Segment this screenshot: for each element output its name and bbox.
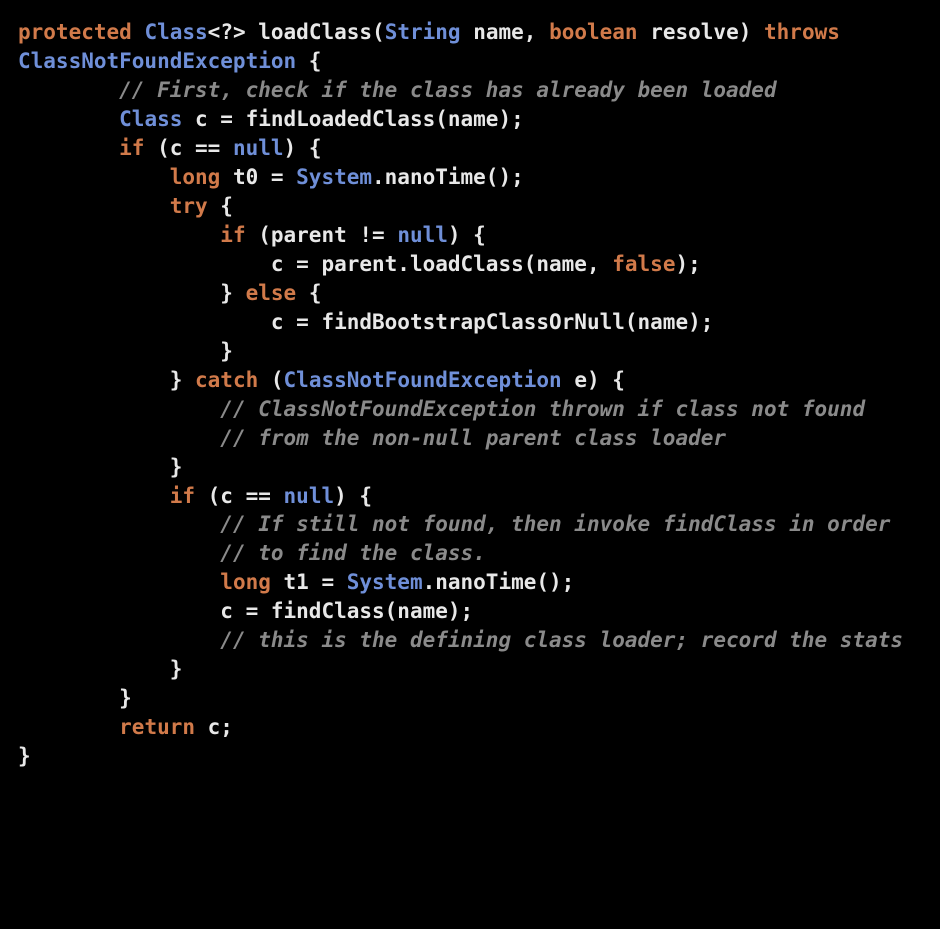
token-kw: false [612,252,675,276]
token-kw: protected [18,20,132,44]
token-kw: catch [195,368,258,392]
token-pln: (parent != [246,223,398,247]
token-pln: c = parent.loadClass(name, [18,252,612,276]
token-pln: .nanoTime(); [423,570,575,594]
token-cmt: // First, check if the class has already… [119,78,776,102]
token-cmt: // from the non-null parent class loader [220,426,726,450]
token-pln [18,223,220,247]
token-kw: long [170,165,221,189]
token-pln: ) { [448,223,486,247]
token-pln: e) { [562,368,625,392]
token-cmt: // If still not found, then invoke findC… [220,512,890,536]
token-pln [18,397,220,421]
token-kw: throws [764,20,840,44]
token-pln: t0 = [220,165,296,189]
token-pln [18,136,119,160]
token-cmt: // this is the defining class loader; re… [220,628,903,652]
token-kw: if [119,136,144,160]
token-pln [18,426,220,450]
token-pln: .nanoTime(); [372,165,524,189]
token-kw: long [220,570,271,594]
token-pln: c = findClass(name); [18,599,473,623]
token-pln: t1 = [271,570,347,594]
token-pln [18,194,170,218]
token-pln [132,20,145,44]
token-cmt: // ClassNotFoundException thrown if clas… [220,397,865,421]
token-pln [18,715,119,739]
token-pln [18,78,119,102]
token-pln: } [18,339,233,363]
token-pln: } [18,657,182,681]
token-pln: { [296,281,321,305]
token-kw: try [170,194,208,218]
token-pln: ); [675,252,700,276]
token-pln: c; [195,715,233,739]
token-typ: ClassNotFoundException [18,49,296,73]
token-pln: (c == [144,136,233,160]
token-pln: { [208,194,233,218]
token-pln [18,484,170,508]
token-kw: return [119,715,195,739]
token-nul: null [397,223,448,247]
token-pln: name, [461,20,550,44]
token-pln: } [18,368,195,392]
token-pln [18,107,119,131]
token-pln [18,570,220,594]
token-cmt: // to find the class. [220,541,486,565]
token-pln [840,20,853,44]
token-pln: ) { [284,136,322,160]
token-pln [18,165,170,189]
token-pln: } [18,455,182,479]
token-pln [18,541,220,565]
token-typ: ClassNotFoundException [284,368,562,392]
token-typ: Class [144,20,207,44]
token-typ: Class [119,107,182,131]
token-kw: if [170,484,195,508]
token-typ: System [296,165,372,189]
token-pln [18,512,220,536]
token-kw: if [220,223,245,247]
token-typ: String [385,20,461,44]
token-pln: resolve) [638,20,764,44]
token-kw: else [246,281,297,305]
token-pln: (c == [195,484,284,508]
token-kw: boolean [549,20,638,44]
token-pln: ) { [334,484,372,508]
token-pln: c = findLoadedClass(name); [182,107,523,131]
token-pln: <?> [208,20,259,44]
token-pln: loadClass( [258,20,384,44]
token-pln: { [296,49,321,73]
token-pln: c = findBootstrapClassOrNull(name); [18,310,713,334]
token-pln: } [18,744,31,768]
token-pln [18,628,220,652]
token-nul: null [233,136,284,160]
token-pln: } [18,281,246,305]
token-typ: System [347,570,423,594]
token-nul: null [284,484,335,508]
token-pln: } [18,686,132,710]
token-pln: ( [258,368,283,392]
code-block: protected Class<?> loadClass(String name… [18,18,922,771]
